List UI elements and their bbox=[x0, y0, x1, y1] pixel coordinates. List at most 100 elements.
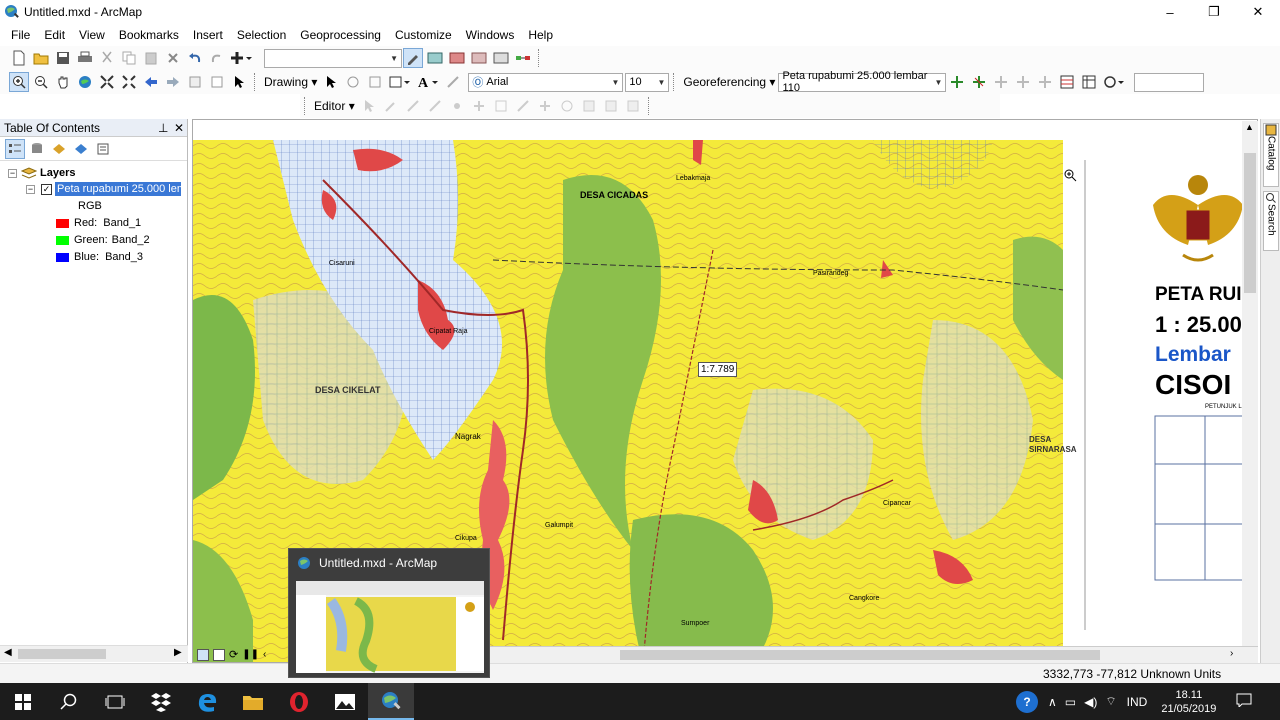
list-by-drawing-order-icon[interactable] bbox=[5, 138, 25, 159]
add-control-points-icon[interactable] bbox=[947, 72, 967, 92]
cut-icon[interactable] bbox=[97, 48, 117, 68]
pause-drawing-icon[interactable]: ❚❚ bbox=[242, 649, 259, 660]
python-window-icon[interactable] bbox=[491, 48, 511, 68]
minimize-button[interactable]: – bbox=[1148, 0, 1192, 24]
link-table-icon[interactable] bbox=[1079, 72, 1099, 92]
view-link-table-icon[interactable] bbox=[1057, 72, 1077, 92]
menu-insert[interactable]: Insert bbox=[186, 28, 230, 42]
point-icon[interactable] bbox=[447, 96, 467, 116]
scroll-left-icon[interactable]: ◀ bbox=[4, 647, 12, 658]
edge-button[interactable] bbox=[184, 683, 230, 720]
map-scale-dropdown[interactable]: ▼ bbox=[264, 48, 402, 68]
data-view-icon[interactable] bbox=[197, 648, 209, 661]
pin-icon[interactable]: ⊥ bbox=[158, 121, 168, 135]
collapse-toggle-icon[interactable]: − bbox=[8, 168, 17, 178]
wifi-icon[interactable]: ⌔ bbox=[1105, 694, 1116, 709]
copy-icon[interactable] bbox=[119, 48, 139, 68]
rotate-feature-icon[interactable] bbox=[557, 96, 577, 116]
toc-horizontal-scrollbar[interactable]: ◀ ▶ bbox=[0, 645, 188, 662]
vertical-scroll-thumb[interactable] bbox=[1244, 153, 1256, 293]
action-center-icon[interactable] bbox=[1236, 693, 1252, 710]
edit-tool-icon[interactable] bbox=[359, 96, 379, 116]
redo-icon[interactable] bbox=[207, 48, 227, 68]
dropbox-button[interactable] bbox=[138, 683, 184, 720]
editor-toolbar-icon[interactable] bbox=[403, 48, 423, 68]
text-tool-icon[interactable]: A bbox=[415, 72, 441, 92]
toc-close-icon[interactable]: ✕ bbox=[174, 121, 184, 135]
straight-segment-icon[interactable] bbox=[403, 96, 423, 116]
rotate-icon[interactable] bbox=[343, 72, 363, 92]
georeferencing-menu[interactable]: Georeferencing ▾ bbox=[683, 75, 775, 89]
toc-options-icon[interactable] bbox=[93, 139, 113, 159]
menu-customize[interactable]: Customize bbox=[388, 28, 459, 42]
layer-collapse-toggle-icon[interactable]: − bbox=[26, 184, 35, 194]
fixed-zoom-in-icon[interactable] bbox=[97, 72, 117, 92]
search-window-icon[interactable] bbox=[469, 48, 489, 68]
clock[interactable]: 18.11 21/05/2019 bbox=[1161, 688, 1216, 716]
rectangle-tool-icon[interactable] bbox=[387, 72, 413, 92]
maximize-button[interactable]: ❐ bbox=[1192, 0, 1236, 24]
show-hidden-icons-icon[interactable]: ∧ bbox=[1048, 695, 1057, 709]
zoom-to-selected-icon[interactable] bbox=[365, 72, 385, 92]
undo-icon[interactable] bbox=[185, 48, 205, 68]
input-language-indicator[interactable]: IND bbox=[1127, 695, 1148, 709]
open-folder-icon[interactable] bbox=[31, 48, 51, 68]
edit-annotation-icon[interactable] bbox=[381, 96, 401, 116]
list-by-visibility-icon[interactable] bbox=[49, 139, 69, 159]
toolbar-grip[interactable] bbox=[673, 73, 676, 91]
georef-extra-input[interactable] bbox=[1134, 72, 1205, 92]
map-scroll-right-icon[interactable]: › bbox=[1230, 648, 1233, 659]
close-button[interactable]: ✕ bbox=[1236, 0, 1280, 24]
layout-view-icon[interactable] bbox=[213, 648, 225, 661]
menu-selection[interactable]: Selection bbox=[230, 28, 293, 42]
zoom-out-icon[interactable] bbox=[31, 72, 51, 92]
search-dock-tab[interactable]: Search bbox=[1263, 191, 1279, 251]
new-document-icon[interactable] bbox=[9, 48, 29, 68]
zoom-in-icon[interactable] bbox=[9, 72, 29, 92]
layer-visibility-checkbox[interactable]: ✓ bbox=[41, 183, 52, 195]
layer-row[interactable]: − ✓ Peta rupabumi 25.000 lem bbox=[26, 182, 181, 196]
forward-extent-icon[interactable] bbox=[163, 72, 183, 92]
model-builder-icon[interactable] bbox=[513, 48, 533, 68]
vertex-edit-icon[interactable] bbox=[469, 96, 489, 116]
layer-name[interactable]: Peta rupabumi 25.000 lem bbox=[55, 182, 181, 196]
map-scroll-left-icon[interactable]: ‹ bbox=[263, 649, 266, 660]
font-name-dropdown[interactable]: Ⓞ Arial ▼ bbox=[468, 72, 624, 92]
layers-group-row[interactable]: − Layers bbox=[8, 166, 75, 180]
catalog-window-icon[interactable] bbox=[425, 48, 445, 68]
menu-help[interactable]: Help bbox=[521, 28, 560, 42]
scroll-up-icon[interactable]: ▲ bbox=[1245, 122, 1254, 132]
start-button[interactable] bbox=[0, 683, 46, 720]
menu-bookmarks[interactable]: Bookmarks bbox=[112, 28, 186, 42]
toolbar-grip[interactable] bbox=[647, 97, 651, 115]
toolbar-grip[interactable] bbox=[538, 49, 541, 67]
back-extent-icon[interactable] bbox=[141, 72, 161, 92]
help-icon[interactable]: ? bbox=[1016, 690, 1038, 713]
toc-scroll-thumb[interactable] bbox=[18, 649, 106, 659]
pan-hand-icon[interactable] bbox=[53, 72, 73, 92]
georef-tool-icon[interactable] bbox=[991, 72, 1011, 92]
battery-icon[interactable]: ▭ bbox=[1065, 695, 1076, 709]
save-icon[interactable] bbox=[53, 48, 73, 68]
search-button[interactable] bbox=[46, 683, 92, 720]
clear-selection-icon[interactable] bbox=[207, 72, 227, 92]
drawing-menu[interactable]: Drawing ▾ bbox=[264, 75, 317, 89]
list-by-source-icon[interactable] bbox=[27, 139, 47, 159]
select-features-icon[interactable] bbox=[185, 72, 205, 92]
create-features-icon[interactable] bbox=[623, 96, 643, 116]
menu-edit[interactable]: Edit bbox=[37, 28, 72, 42]
opera-button[interactable] bbox=[276, 683, 322, 720]
full-extent-globe-icon[interactable] bbox=[75, 72, 95, 92]
font-size-dropdown[interactable]: 10 ▼ bbox=[625, 72, 670, 92]
fixed-zoom-out-icon[interactable] bbox=[119, 72, 139, 92]
print-icon[interactable] bbox=[75, 48, 95, 68]
catalog-dock-tab[interactable]: Catalog bbox=[1263, 123, 1279, 187]
taskbar-window-preview[interactable]: Untitled.mxd - ArcMap bbox=[288, 548, 490, 678]
toolbar-grip[interactable] bbox=[304, 97, 307, 115]
photos-button[interactable] bbox=[322, 683, 368, 720]
drawing-select-arrow-icon[interactable] bbox=[321, 72, 341, 92]
edit-vertices-icon[interactable] bbox=[443, 72, 463, 92]
menu-file[interactable]: File bbox=[4, 28, 37, 42]
arctoolbox-icon[interactable] bbox=[447, 48, 467, 68]
menu-view[interactable]: View bbox=[72, 28, 112, 42]
